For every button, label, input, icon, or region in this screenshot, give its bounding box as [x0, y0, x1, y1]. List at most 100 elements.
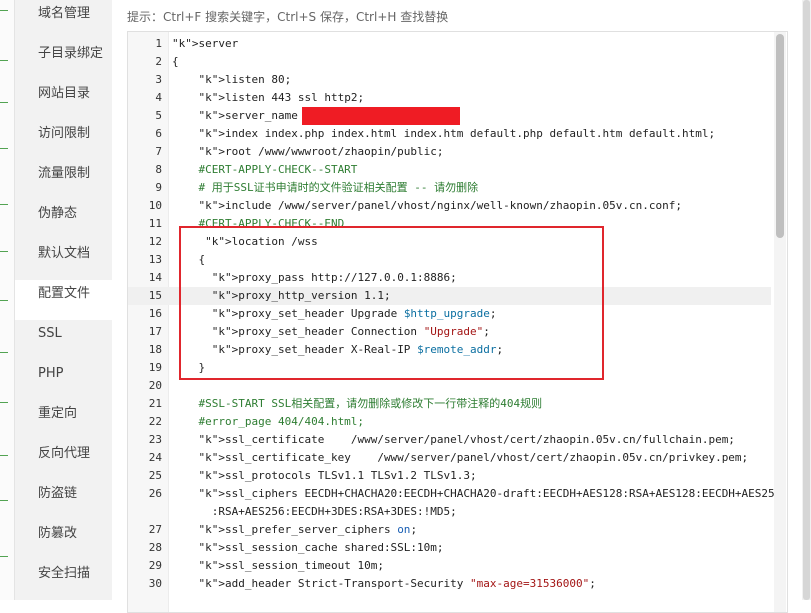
code-text: { [172, 55, 179, 68]
code-line[interactable]: 16 "k">proxy_set_header Upgrade $http_up… [128, 305, 771, 323]
line-number: 18 [148, 343, 162, 356]
line-number: 8 [155, 163, 162, 176]
code-text: "k">ssl_certificate_key /www/server/pane… [198, 451, 749, 464]
site-settings-sidebar: 域名管理 子目录绑定 网站目录 访问限制 流量限制 伪静态 默认文档 配置文件 … [15, 0, 112, 600]
code-text: "k">ssl_ciphers EECDH+CHACHA20:EECDH+CHA… [198, 487, 782, 500]
sidebar-item-reverse-proxy[interactable]: 反向代理 [15, 440, 112, 480]
line-number: 22 [148, 415, 162, 428]
line-number: 16 [148, 307, 162, 320]
code-line[interactable]: 21 #SSL-START SSL相关配置，请勿删除或修改下一行带注释的404规… [128, 395, 771, 413]
code-line[interactable]: 23 "k">ssl_certificate /www/server/panel… [128, 431, 771, 449]
code-line[interactable]: 6 "k">index index.php index.html index.h… [128, 125, 771, 143]
line-number: 13 [148, 253, 162, 266]
code-line[interactable]: 14 "k">proxy_pass http://127.0.0.1:8886; [128, 269, 771, 287]
line-number: 30 [148, 577, 162, 590]
sidebar-item-security-scan[interactable]: 安全扫描 [15, 560, 112, 600]
code-line[interactable]: 12 "k">location /wss [128, 233, 771, 251]
code-text: "k">ssl_certificate /www/server/panel/vh… [198, 433, 735, 446]
sidebar-item-domain-management[interactable]: 域名管理 [15, 0, 112, 40]
code-line[interactable]: 13 { [128, 251, 771, 269]
code-line[interactable]: 18 "k">proxy_set_header X-Real-IP $remot… [128, 341, 771, 359]
code-line[interactable]: 28 "k">ssl_session_cache shared:SSL:10m; [128, 539, 771, 557]
code-line[interactable]: 30 "k">add_header Strict-Transport-Secur… [128, 575, 771, 593]
sidebar-item-hotlink-protection[interactable]: 防盗链 [15, 480, 112, 520]
code-line[interactable]: 11 #CERT-APPLY-CHECK--END [128, 215, 771, 233]
code-line[interactable]: :RSA+AES256:EECDH+3DES:RSA+3DES:!MD5; [128, 503, 771, 521]
code-text: } [172, 361, 206, 374]
line-number: 17 [148, 325, 162, 338]
line-number: 7 [155, 145, 162, 158]
sidebar-item-site-directory[interactable]: 网站目录 [15, 80, 112, 120]
config-panel: 提示：Ctrl+F 搜索关键字，Ctrl+S 保存，Ctrl+H 查找替换 1 "… [112, 0, 811, 613]
page-scrollbar[interactable] [802, 0, 811, 600]
code-text: #CERT-APPLY-CHECK--END [172, 217, 345, 230]
line-number: 10 [148, 199, 162, 212]
code-line[interactable]: 17 "k">proxy_set_header Connection "Upgr… [128, 323, 771, 341]
code-text: "k">proxy_set_header Connection "Upgrade… [211, 325, 490, 338]
code-line[interactable]: 27 "k">ssl_prefer_server_ciphers on; [128, 521, 771, 539]
code-line[interactable]: 15 "k">proxy_http_version 1.1; [128, 287, 771, 305]
left-edge-strip [0, 0, 15, 600]
line-number: 12 [148, 235, 162, 248]
code-text: "k">index index.php index.html index.htm… [198, 127, 716, 140]
line-number: 28 [148, 541, 162, 554]
line-number: 15 [148, 289, 162, 302]
code-line[interactable]: 4 "k">listen 443 ssl http2; [128, 89, 771, 107]
code-line[interactable]: 29 "k">ssl_session_timeout 10m; [128, 557, 771, 575]
line-number: 1 [155, 37, 162, 50]
code-text: "k">ssl_prefer_server_ciphers on; [198, 523, 418, 536]
sidebar-item-traffic-limit[interactable]: 流量限制 [15, 160, 112, 200]
code-text: "k">include /www/server/panel/vhost/ngin… [198, 199, 682, 212]
sidebar-item-rewrite[interactable]: 伪静态 [15, 200, 112, 240]
line-number: 3 [155, 73, 162, 86]
code-line[interactable]: 10 "k">include /www/server/panel/vhost/n… [128, 197, 771, 215]
line-number: 27 [148, 523, 162, 536]
sidebar-item-config-file[interactable]: 配置文件 [15, 280, 112, 320]
code-text: "k">location /wss [205, 235, 318, 248]
line-number: 23 [148, 433, 162, 446]
code-line[interactable]: 20 [128, 377, 771, 395]
line-number: 20 [148, 379, 162, 392]
editor-scrollbar[interactable] [774, 32, 786, 612]
sidebar-item-default-document[interactable]: 默认文档 [15, 240, 112, 280]
code-line[interactable]: 5 "k">server_name [128, 107, 771, 125]
code-text: #error_page 404/404.html; [172, 415, 365, 428]
line-number: 5 [155, 109, 162, 122]
code-line[interactable]: 7 "k">root /www/wwwroot/zhaopin/public; [128, 143, 771, 161]
sidebar-item-php[interactable]: PHP [15, 360, 112, 400]
code-line[interactable]: 9 # 用于SSL证书申请时的文件验证相关配置 -- 请勿删除 [128, 179, 771, 197]
code-text: "k">ssl_session_timeout 10m; [198, 559, 384, 572]
sidebar-item-access-restriction[interactable]: 访问限制 [15, 120, 112, 160]
sidebar-item-ssl[interactable]: SSL [15, 320, 112, 360]
config-code-editor[interactable]: 1 "k">server 2{3 "k">listen 80; 4 "k">liste… [127, 31, 788, 613]
shortcut-hint: 提示：Ctrl+F 搜索关键字，Ctrl+S 保存，Ctrl+H 查找替换 [127, 10, 449, 24]
code-text: "k">server_name [172, 107, 460, 125]
editor-scroll-thumb[interactable] [776, 34, 784, 238]
page-scroll-thumb[interactable] [803, 0, 810, 600]
code-line[interactable]: 1 "k">server [128, 35, 771, 53]
line-number: 2 [155, 55, 162, 68]
code-text: "k">root /www/wwwroot/zhaopin/public; [198, 145, 444, 158]
line-number: 11 [148, 217, 162, 230]
code-line[interactable]: 26 "k">ssl_ciphers EECDH+CHACHA20:EECDH+… [128, 485, 782, 503]
code-line[interactable]: 22 #error_page 404/404.html; [128, 413, 771, 431]
code-text: "k">proxy_set_header X-Real-IP $remote_a… [211, 343, 504, 356]
code-line[interactable]: 19 } [128, 359, 771, 377]
line-number: 19 [148, 361, 162, 374]
line-number: 26 [148, 487, 162, 500]
code-line[interactable]: 24 "k">ssl_certificate_key /www/server/p… [128, 449, 771, 467]
line-number: 9 [155, 181, 162, 194]
code-text: # 用于SSL证书申请时的文件验证相关配置 -- 请勿删除 [172, 181, 479, 194]
code-line[interactable]: 3 "k">listen 80; [128, 71, 771, 89]
code-line[interactable]: 25 "k">ssl_protocols TLSv1.1 TLSv1.2 TLS… [128, 467, 771, 485]
code-line[interactable]: 2{ [128, 53, 771, 71]
sidebar-item-subdirectory-binding[interactable]: 子目录绑定 [15, 40, 112, 80]
line-number: 4 [155, 91, 162, 104]
sidebar-item-redirect[interactable]: 重定向 [15, 400, 112, 440]
sidebar-item-tamper-protection[interactable]: 防篡改 [15, 520, 112, 560]
code-text: "k">proxy_pass http://127.0.0.1:8886; [211, 271, 457, 284]
line-number: 21 [148, 397, 162, 410]
code-line[interactable]: 8 #CERT-APPLY-CHECK--START [128, 161, 771, 179]
line-number: 14 [148, 271, 162, 284]
code-text: "k">proxy_http_version 1.1; [211, 289, 391, 302]
